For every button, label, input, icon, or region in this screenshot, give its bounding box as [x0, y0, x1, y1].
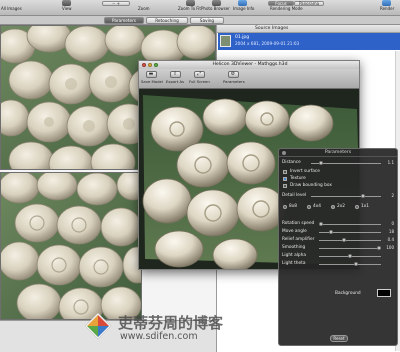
toolbar-label-zoom: Zoom — [138, 6, 150, 11]
zoom-control[interactable]: − + — [102, 1, 130, 6]
close-panel-icon[interactable] — [282, 151, 286, 155]
draw-bounding-box-label: Draw bounding box — [290, 183, 332, 188]
slider-value: 18 — [388, 229, 394, 234]
reset-button[interactable]: Reset — [330, 335, 348, 342]
viewer-title: Helicon 3DViewer - Mathggs.h3d — [139, 61, 359, 69]
full-screen-label: Full Screen — [189, 79, 210, 84]
file-thumbnail — [220, 35, 231, 47]
parameter-slider[interactable] — [319, 246, 381, 250]
tab-retouching[interactable]: Retouching — [146, 17, 188, 24]
save-model-label: Save Model — [141, 79, 163, 84]
viewer-toolbar: ▬ Save Model ⇪ Export As ⤢ Full Screen ⚙… — [139, 69, 359, 89]
detail-radio-8x8[interactable] — [283, 205, 287, 209]
toolbar-label-images[interactable]: All Images — [1, 6, 22, 11]
slider-label: Move angle — [282, 229, 307, 234]
parameter-slider[interactable] — [319, 254, 381, 258]
slider-value: 100 — [386, 245, 394, 250]
parameters-icon: ⚙ — [227, 71, 239, 78]
slider-label: Light alpha — [282, 253, 307, 258]
slider-label: Smoothing — [282, 245, 306, 250]
detail-radio-2x2[interactable] — [331, 205, 335, 209]
invert-surface-label: Invert surface — [290, 169, 320, 174]
sidebar-header: Source Images — [217, 25, 400, 33]
file-name: 01.jpg — [235, 35, 250, 40]
minimize-window-icon[interactable] — [148, 63, 152, 67]
watermark-logo — [84, 312, 112, 340]
slider-label: Relief amplifier — [282, 237, 315, 242]
save-model-icon: ▬ — [145, 71, 157, 78]
draw-bounding-box-checkbox[interactable] — [283, 184, 287, 188]
toolbar-label-render: Render — [380, 6, 395, 11]
toolbar-label-rendering-mode: Rendering Mode — [270, 6, 303, 11]
detail-level-value: 2 — [391, 193, 394, 198]
detail-radio-2x2-label: 2x2 — [337, 204, 346, 209]
full-screen-icon: ⤢ — [193, 71, 205, 78]
parameter-slider[interactable] — [319, 230, 381, 234]
parameter-slider-knob[interactable] — [329, 230, 333, 234]
parameter-slider-knob[interactable] — [348, 254, 352, 258]
detail-radio-4x4[interactable] — [307, 205, 311, 209]
export-as-label: Export As — [165, 79, 185, 84]
save-model-button[interactable]: ▬ Save Model — [141, 70, 163, 88]
detail-level-label: Detail level — [282, 193, 307, 198]
parameter-slider-knob[interactable] — [319, 222, 323, 226]
toolbar-label-image-info: Image Info — [233, 6, 255, 11]
tab-saving[interactable]: Saving — [190, 17, 224, 24]
tab-parameters[interactable]: Parameters — [104, 17, 144, 24]
slider-value: 0 — [391, 221, 394, 226]
invert-surface-checkbox[interactable] — [283, 170, 287, 174]
tab-strip: Parameters Retouching Saving — [0, 16, 400, 25]
watermark-text: 吏蒂芬周的博客 — [118, 314, 224, 332]
source-image-preview-bottom[interactable] — [0, 172, 142, 320]
detail-radio-1x1[interactable] — [355, 205, 359, 209]
distance-slider-knob[interactable] — [319, 161, 323, 165]
close-window-icon[interactable] — [142, 63, 146, 67]
detail-radio-8x8-label: 8x8 — [289, 204, 298, 209]
parameters-label: Parameters — [223, 79, 245, 84]
distance-value: 1.1 — [387, 160, 394, 165]
detail-level-slider[interactable] — [311, 194, 381, 198]
parameter-slider[interactable] — [319, 222, 381, 226]
toolbar-label-view: View — [62, 6, 72, 11]
parameter-slider[interactable] — [319, 262, 381, 266]
texture-checkbox[interactable] — [283, 177, 287, 181]
parameters-panel: Parameters Distance 1.1 Invert surface T… — [278, 148, 398, 346]
detail-level-slider-knob[interactable] — [361, 194, 365, 198]
detail-radio-1x1-label: 1x1 — [361, 204, 370, 209]
distance-label: Distance — [282, 160, 301, 165]
toolbar-label-zoom-to-fit: Zoom To Fit — [178, 6, 201, 11]
screenshot-root: All Images View − + Zoom Zoom To Fit Pho… — [0, 0, 400, 352]
distance-slider[interactable] — [311, 161, 381, 165]
slider-label: Light theta — [282, 261, 306, 266]
parameter-slider-knob[interactable] — [377, 246, 381, 250]
background-label: Background — [335, 291, 361, 296]
main-toolbar: All Images View − + Zoom Zoom To Fit Pho… — [0, 0, 400, 16]
parameter-slider-knob[interactable] — [342, 238, 346, 242]
export-as-button[interactable]: ⇪ Export As — [165, 70, 185, 88]
toolbar-label-photo-browser: Photo Browser — [201, 6, 230, 11]
background-color-swatch[interactable] — [377, 289, 391, 297]
export-icon: ⇪ — [169, 71, 181, 78]
slider-label: Rotation speed — [282, 221, 315, 226]
detail-radio-4x4-label: 4x4 — [313, 204, 322, 209]
full-screen-button[interactable]: ⤢ Full Screen — [189, 70, 210, 88]
watermark-url: www.sdifen.com — [120, 331, 198, 342]
file-meta: 2004 x 681, 2009-09-01 21:03 — [235, 41, 300, 46]
parameter-slider[interactable] — [319, 238, 381, 242]
zoom-window-icon[interactable] — [154, 63, 158, 67]
parameters-title: Parameters — [279, 149, 397, 157]
slider-value: 0.4 — [387, 237, 394, 242]
parameter-slider-knob[interactable] — [354, 262, 358, 266]
parameters-button[interactable]: ⚙ Parameters — [223, 70, 245, 88]
texture-label: Texture — [290, 176, 306, 181]
